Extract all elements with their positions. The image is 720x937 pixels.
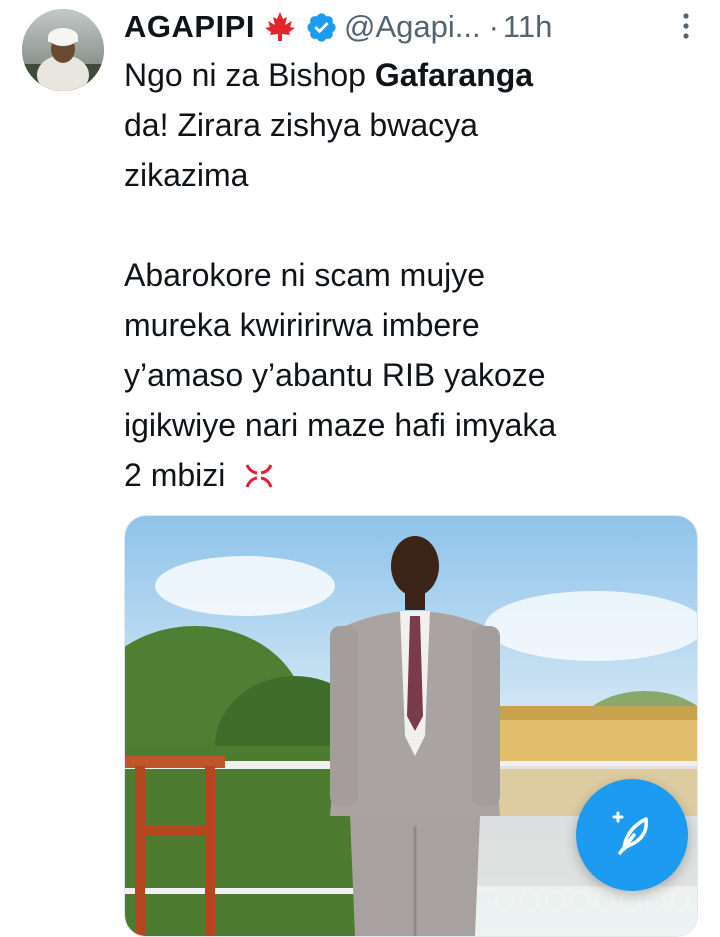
author-avatar[interactable]: [22, 9, 104, 91]
tweet-timestamp[interactable]: 11h: [503, 9, 552, 45]
tweet-line: Ngo ni za Bishop Gafaranga: [124, 57, 534, 93]
compose-feather-icon: [604, 805, 660, 866]
tweet-line: Abarokore ni scam mujye: [124, 257, 486, 293]
tweet-header: AGAPIPI @Agapi... · 11h: [124, 5, 690, 49]
tweet-text: Ngo ni za Bishop Gafaranga da! Zirara zi…: [124, 50, 684, 503]
tweet-line: zikazima: [124, 157, 249, 193]
separator-dot: ·: [488, 9, 499, 44]
tweet-line: 2 mbizi: [124, 450, 684, 503]
tweet-line: y’amaso y’abantu RIB yakoze: [124, 357, 546, 393]
angry-symbol-icon: [244, 453, 274, 503]
bold-mention: Gafaranga: [374, 57, 534, 93]
tweet-line: mureka kwiririrwa imbere: [124, 307, 480, 343]
compose-tweet-button[interactable]: [576, 779, 688, 891]
maple-leaf-icon: [263, 10, 297, 44]
tweet-line: da! Zirara zishya bwacya: [124, 107, 478, 143]
author-handle[interactable]: @Agapi...: [344, 9, 481, 45]
verified-badge-icon: [305, 11, 338, 44]
tweet-line: igikwiye nari maze hafi imyaka: [124, 407, 557, 443]
more-options-icon[interactable]: [682, 12, 690, 40]
author-name[interactable]: AGAPIPI: [124, 9, 255, 45]
